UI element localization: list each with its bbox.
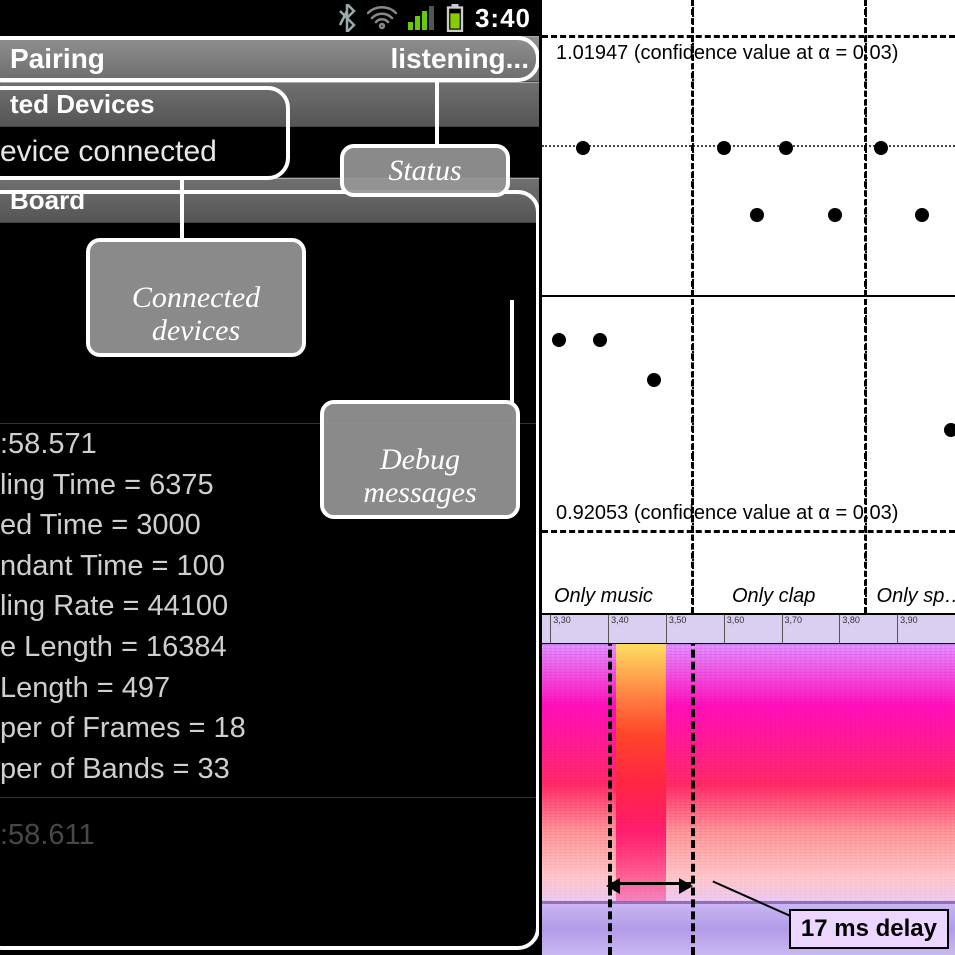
signal-icon <box>407 6 435 30</box>
connected-devices-label: ted Devices <box>10 89 155 120</box>
debug-line: ndant Time = 100 <box>0 546 539 587</box>
data-point <box>779 141 793 155</box>
x-region-label: Only music <box>554 585 653 608</box>
scatter-chart: 1.01947 (confidence value at α = 0.03) 0… <box>542 0 955 615</box>
data-point <box>874 141 888 155</box>
pairing-header: Pairing listening... <box>0 36 539 82</box>
data-point <box>593 333 607 347</box>
callout-status-text: Status <box>388 154 461 187</box>
connected-devices-header: ted Devices <box>0 82 539 127</box>
callout-devices-connector <box>180 180 184 240</box>
data-point <box>552 333 566 347</box>
spec-tick: 3,90 <box>897 615 918 643</box>
device-connected-text: evice connected <box>0 135 217 168</box>
debug-line: per of Bands = 33 <box>0 749 539 790</box>
debug-line-trailer: :58.611 <box>0 815 539 856</box>
callout-debug: Debug messages <box>320 400 520 519</box>
status-bar-clock: 3:40 <box>475 3 531 34</box>
spectrogram: 17 ms delay <box>542 644 955 955</box>
gridline <box>542 145 955 147</box>
board-label: Board <box>10 185 85 216</box>
callout-status: Status <box>340 144 510 197</box>
callout-connected-devices: Connected devices <box>86 238 306 357</box>
battery-icon <box>445 4 465 32</box>
spec-tick: 3,30 <box>550 615 571 643</box>
delay-label: 17 ms delay <box>789 909 949 949</box>
android-status-bar: 3:40 <box>0 0 539 36</box>
spec-tick: 3,70 <box>782 615 803 643</box>
data-point <box>576 141 590 155</box>
chart-and-spectrogram-panel: 1.01947 (confidence value at α = 0.03) 0… <box>539 0 955 955</box>
pairing-status: listening... <box>391 43 529 75</box>
bluetooth-icon <box>337 4 357 32</box>
midline <box>542 295 955 297</box>
callout-status-connector <box>435 80 439 146</box>
data-point <box>717 141 731 155</box>
x-region-label: Only clap <box>732 585 815 608</box>
delay-label-text: 17 ms delay <box>801 915 937 942</box>
data-point <box>828 208 842 222</box>
debug-line: e Length = 16384 <box>0 627 539 668</box>
x-region-label: Only sp… <box>877 585 955 608</box>
delay-arrow <box>608 882 691 885</box>
spectrogram-marker-b <box>691 644 695 955</box>
upper-annotation: 1.01947 (confidence value at α = 0.03) <box>556 42 898 65</box>
pairing-title: Pairing <box>10 43 105 75</box>
callout-debug-text: Debug messages <box>363 443 476 509</box>
spectrogram-marker-a <box>608 644 612 955</box>
data-point <box>915 208 929 222</box>
debug-line: ling Rate = 44100 <box>0 586 539 627</box>
callout-debug-connector <box>510 300 514 404</box>
wifi-icon <box>367 6 397 30</box>
lower-annotation: 0.92053 (confidence value at α = 0.03) <box>556 502 898 525</box>
lower-confidence-line <box>542 530 955 533</box>
spec-tick: 3,50 <box>666 615 687 643</box>
upper-confidence-line <box>542 35 955 38</box>
debug-line: Length = 497 <box>0 668 539 709</box>
debug-line: per of Frames = 18 <box>0 708 539 749</box>
spectrogram-time-axis: 3,30 3,40 3,50 3,60 3,70 3,80 3,90 <box>542 615 955 645</box>
data-point <box>647 373 661 387</box>
callout-connected-devices-text: Connected devices <box>132 281 260 347</box>
data-point <box>944 423 955 437</box>
android-screenshot-panel: 3:40 Pairing listening... ted Devices ev… <box>0 0 539 955</box>
spec-tick: 3,40 <box>608 615 629 643</box>
spec-tick: 3,60 <box>724 615 745 643</box>
data-point <box>750 208 764 222</box>
spec-tick: 3,80 <box>839 615 860 643</box>
